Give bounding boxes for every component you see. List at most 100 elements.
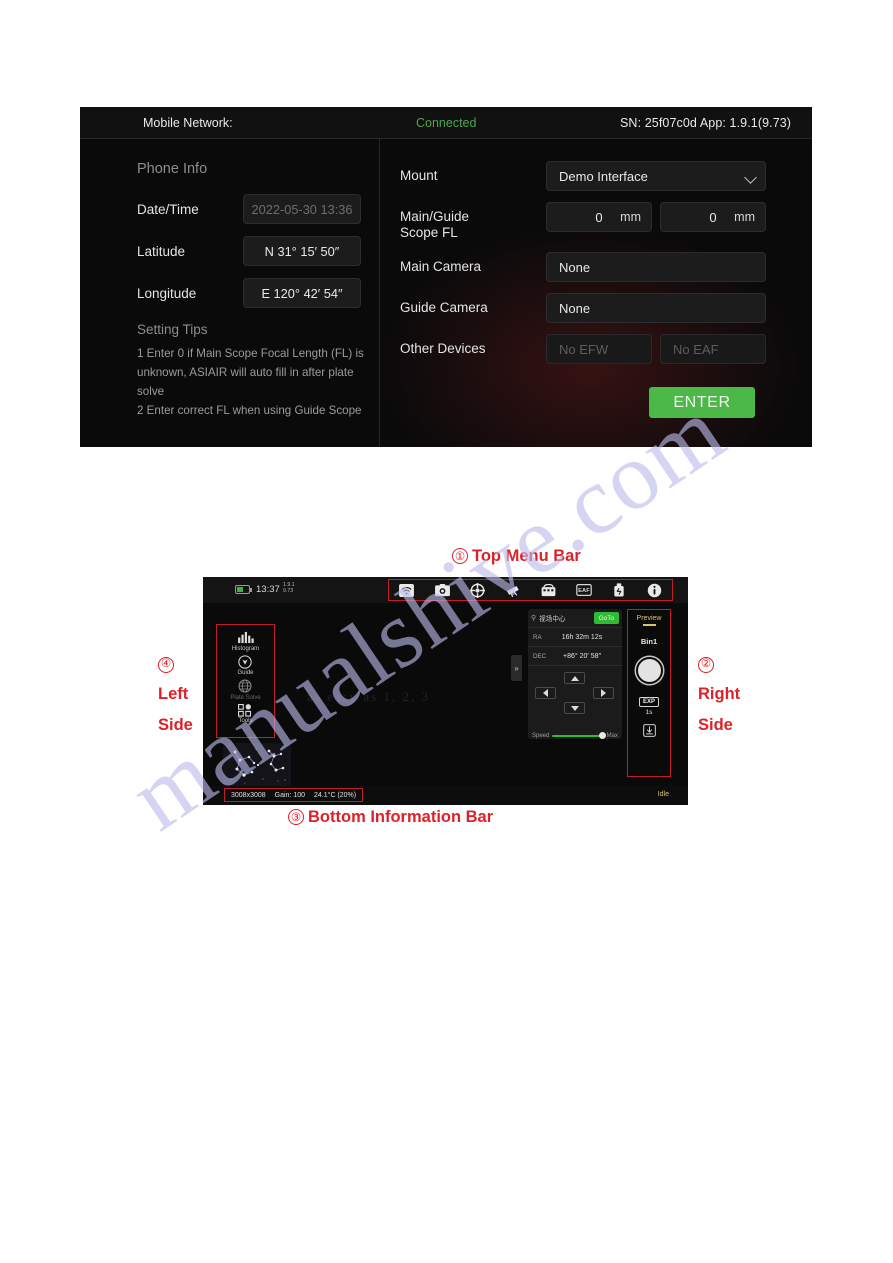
eaf-field[interactable]: No EAF bbox=[660, 334, 766, 364]
other-devices-inputs: No EFW No EAF bbox=[546, 334, 766, 364]
left-tool-plate-solve-label: Plate Solve bbox=[230, 694, 261, 701]
ra-row: RA 16h 32m 12s bbox=[528, 628, 622, 647]
main-scope-fl-unit: mm bbox=[620, 210, 641, 224]
telescope-icon[interactable] bbox=[504, 582, 522, 598]
ra-label: RA bbox=[533, 633, 542, 641]
guide-scope-fl-input[interactable]: 0 mm bbox=[660, 202, 766, 232]
latitude-row: Latitude N 31° 15′ 50″ bbox=[137, 236, 379, 266]
preview-mode-label[interactable]: Preview bbox=[637, 615, 662, 622]
goto-search-row: ⚲ 视场中心 GoTo bbox=[528, 609, 622, 628]
connection-status: Connected bbox=[416, 115, 477, 130]
ra-value: 16h 32m 12s bbox=[561, 633, 603, 641]
camera-icon[interactable] bbox=[433, 582, 451, 598]
left-tool-guide[interactable]: Guide bbox=[237, 654, 254, 676]
eaf-icon[interactable]: EAF bbox=[575, 582, 593, 598]
mount-select-value: Demo Interface bbox=[559, 168, 648, 184]
constellation-preview-icon bbox=[223, 743, 291, 787]
date-time-row: Date/Time 2022-05-30 13:36 bbox=[137, 194, 379, 224]
exposure-badge[interactable]: EXP bbox=[638, 696, 659, 707]
svg-text:EAF: EAF bbox=[578, 588, 590, 594]
annotation-number-4: ④ bbox=[158, 656, 174, 673]
mount-label: Mount bbox=[400, 168, 438, 183]
enter-button[interactable]: ENTER bbox=[649, 387, 755, 418]
speed-slider-knob[interactable] bbox=[598, 732, 606, 739]
asiair-setup-screenshot: Mobile Network: Connected SN: 25f07c0d A… bbox=[80, 107, 812, 447]
usb-icon[interactable] bbox=[610, 582, 628, 598]
main-scope-fl-input[interactable]: 0 mm bbox=[546, 202, 652, 232]
bin-label[interactable]: Bin1 bbox=[641, 637, 657, 646]
guide-camera-select[interactable]: None bbox=[546, 293, 766, 323]
move-up-button[interactable] bbox=[564, 672, 585, 684]
longitude-label: Longitude bbox=[137, 285, 197, 301]
info-icon[interactable] bbox=[645, 582, 663, 598]
move-down-button[interactable] bbox=[564, 702, 585, 714]
main-camera-select[interactable]: None bbox=[546, 252, 766, 282]
save-icon[interactable] bbox=[642, 724, 656, 742]
latitude-field[interactable]: N 31° 15′ 50″ bbox=[243, 236, 361, 266]
sky-map-thumbnail[interactable] bbox=[223, 743, 291, 787]
left-tool-tools[interactable]: Tools bbox=[238, 703, 253, 724]
mount-select[interactable]: Demo Interface bbox=[546, 161, 766, 191]
status-label: Idle bbox=[657, 791, 669, 798]
status-bar: Mobile Network: Connected SN: 25f07c0d A… bbox=[80, 107, 812, 139]
exposure-value[interactable]: 1s bbox=[646, 709, 653, 716]
arrow-right-icon bbox=[601, 689, 606, 697]
main-camera-label: Main Camera bbox=[400, 259, 482, 274]
efw-field[interactable]: No EFW bbox=[546, 334, 652, 364]
shutter-button[interactable] bbox=[635, 656, 663, 684]
other-devices-row: Other Devices No EFW No EAF bbox=[400, 334, 812, 364]
clock-label: 13:37 bbox=[256, 584, 280, 595]
move-left-button[interactable] bbox=[535, 687, 556, 699]
preview-mode-underline bbox=[642, 624, 656, 626]
date-time-field[interactable]: 2022-05-30 13:36 bbox=[243, 194, 361, 224]
left-tool-histogram[interactable]: Histogram bbox=[232, 631, 259, 652]
annotation-left-line1: Left bbox=[158, 685, 189, 703]
main-camera-row: Main Camera None bbox=[400, 252, 812, 282]
annotation-number-3: ③ bbox=[288, 809, 304, 825]
latitude-label: Latitude bbox=[137, 243, 186, 259]
target-icon[interactable] bbox=[468, 582, 486, 598]
version-line-2: 9.73 bbox=[283, 588, 294, 594]
phone-info-title: Phone Info bbox=[137, 161, 208, 177]
temperature-label: 24.1°C (20%) bbox=[314, 791, 357, 799]
annotation-right-line2: Side bbox=[698, 716, 733, 734]
guide-scope-fl-unit: mm bbox=[734, 210, 755, 224]
arrow-left-icon bbox=[543, 689, 548, 697]
annotation-left-side: ④ Left Side bbox=[158, 648, 193, 741]
main-scope-fl-value: 0 bbox=[595, 209, 603, 225]
longitude-field[interactable]: E 120° 42′ 54″ bbox=[243, 278, 361, 308]
dec-label: DEC bbox=[533, 652, 547, 660]
date-time-label: Date/Time bbox=[137, 201, 199, 217]
mount-icon[interactable] bbox=[539, 582, 557, 598]
guide-icon bbox=[238, 654, 253, 669]
serial-app-version: SN: 25f07c0d App: 1.9.1(9.73) bbox=[620, 115, 792, 130]
panel-collapse-handle[interactable]: » bbox=[511, 655, 522, 681]
search-icon: ⚲ bbox=[531, 615, 537, 622]
mount-row: Mount Demo Interface bbox=[400, 161, 812, 191]
left-tool-plate-solve[interactable]: Plate Solve bbox=[230, 679, 261, 701]
left-side-tool-panel: Histogram Guide Plate Solve Tools bbox=[216, 624, 275, 738]
sky-overlay-text: as easy as 1, 2, 3 bbox=[307, 689, 431, 704]
setting-tips-title: Setting Tips bbox=[137, 322, 208, 337]
guide-camera-row: Guide Camera None bbox=[400, 293, 812, 323]
left-tool-guide-label: Guide bbox=[237, 670, 254, 676]
goto-button[interactable]: GoTo bbox=[593, 612, 619, 624]
focal-length-inputs: 0 mm 0 mm bbox=[546, 202, 766, 232]
focal-length-row: Main/Guide Scope FL 0 mm 0 mm bbox=[400, 202, 812, 241]
app-bottom-bar: 3008x3008 Gain: 100 24.1°C (20%) Idle bbox=[203, 786, 688, 805]
focal-length-label: Main/Guide Scope FL bbox=[400, 209, 470, 240]
dec-row: DEC +86° 20′ 58″ bbox=[528, 647, 622, 666]
move-right-button[interactable] bbox=[593, 687, 614, 699]
resolution-label: 3008x3008 bbox=[231, 791, 266, 799]
direction-pad bbox=[528, 666, 622, 728]
page-root: Mobile Network: Connected SN: 25f07c0d A… bbox=[0, 0, 893, 1263]
speed-slider[interactable] bbox=[552, 732, 606, 739]
goto-search-input[interactable]: 视场中心 bbox=[539, 613, 591, 623]
mobile-network-label: Mobile Network: bbox=[143, 115, 233, 130]
bottom-information-group: 3008x3008 Gain: 100 24.1°C (20%) bbox=[224, 788, 364, 802]
wifi-icon[interactable] bbox=[398, 582, 416, 598]
right-side-panel: Preview Bin1 EXP 1s bbox=[627, 609, 671, 777]
app-sky-view[interactable]: as easy as 1, 2, 3 Histogram Guide Plate… bbox=[203, 603, 688, 787]
guide-camera-label: Guide Camera bbox=[400, 300, 488, 315]
top-menu-icon-group: EAF bbox=[388, 579, 673, 601]
